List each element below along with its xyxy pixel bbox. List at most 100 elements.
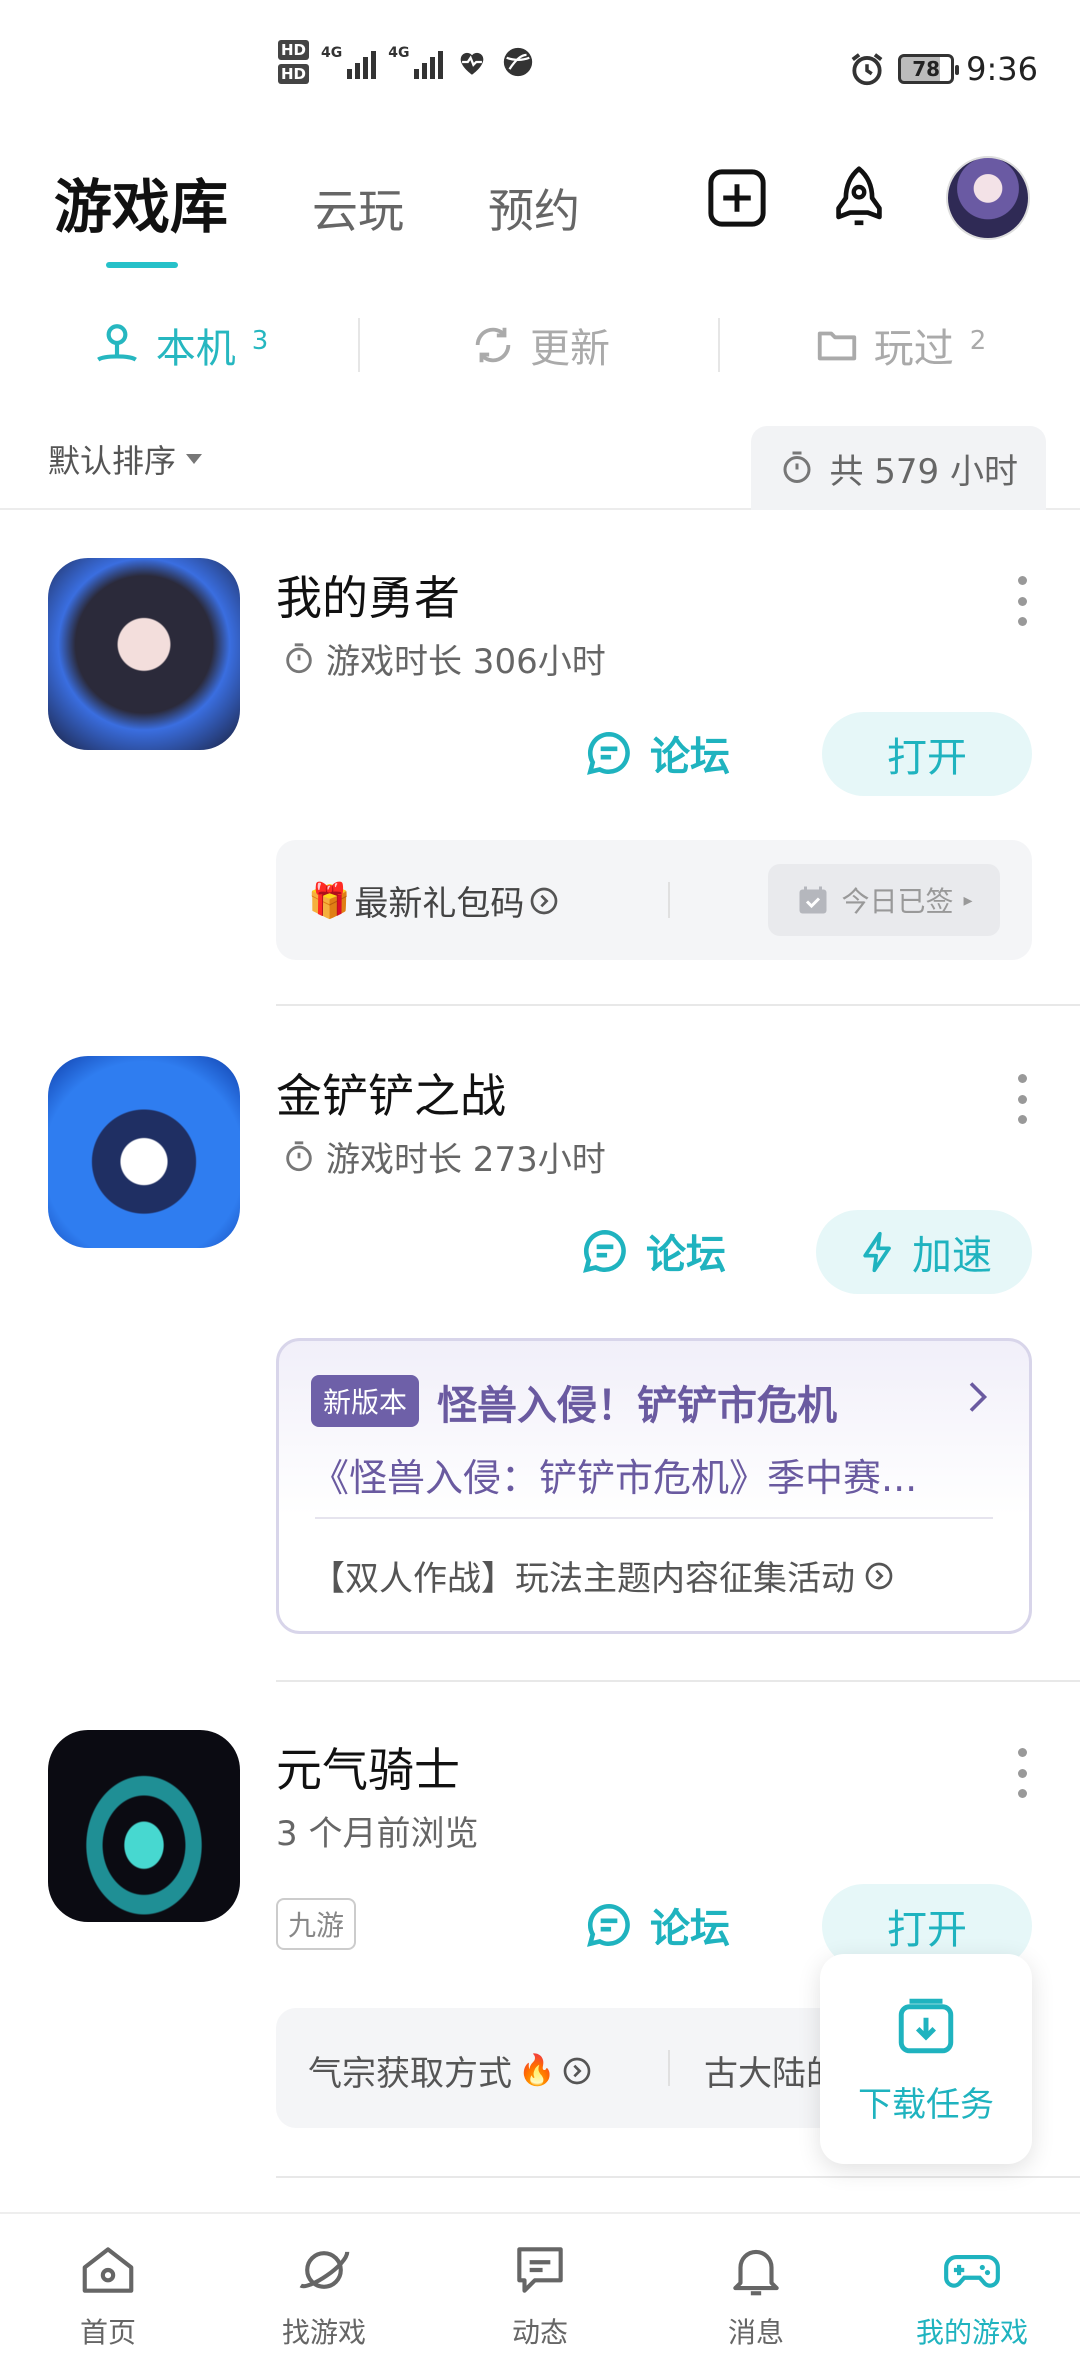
tab-indicator (106, 262, 178, 268)
planet-icon (299, 2251, 350, 2289)
boost-button[interactable] (824, 163, 894, 233)
open-button[interactable]: 打开 (822, 712, 1032, 796)
segment-update-label: 更新 (530, 326, 610, 372)
tab-cloud-play[interactable]: 云玩 (312, 175, 404, 241)
nav-my-games-label: 我的游戏 (915, 2316, 1028, 2349)
gift-code-link[interactable]: 🎁 最新礼包码 (308, 876, 560, 925)
download-tasks-label: 下载任务 (858, 2084, 994, 2125)
timer-icon (286, 1140, 312, 1171)
nav-home[interactable]: 首页 (0, 2214, 216, 2376)
forum-button[interactable]: 论坛 (584, 1896, 730, 1954)
net2-label: 4G (388, 45, 410, 61)
news-card[interactable]: 新版本 怪兽入侵！铲铲市危机 《怪兽入侵：铲铲市危机》季中赛... 【双人作战】… (276, 1338, 1032, 1634)
divider (315, 1517, 993, 1519)
signal-icon: 4G (388, 45, 444, 79)
circle-arrow-icon (564, 2057, 591, 2084)
hd2-label: HD (278, 64, 310, 84)
nav-feed[interactable]: 动态 (432, 2214, 648, 2376)
gift-label: 最新礼包码 (354, 884, 525, 924)
gamepad-icon (944, 2255, 1000, 2288)
sort-dropdown[interactable]: 默认排序 (48, 436, 203, 482)
forum-icon (583, 1229, 626, 1273)
divider (668, 2050, 670, 2086)
game-title[interactable]: 我的勇者 (276, 562, 460, 628)
open-label: 打开 (887, 1907, 967, 1953)
game-icon[interactable] (48, 558, 240, 750)
tip-label: 气宗获取方式 (308, 2054, 512, 2094)
plus-square-icon (708, 169, 766, 227)
hd1-label: HD (278, 40, 310, 60)
event-link[interactable]: 【双人作战】玩法主题内容征集活动 (311, 1551, 895, 1600)
game-icon[interactable] (48, 1056, 240, 1248)
download-tasks-button[interactable]: 下载任务 (820, 1954, 1032, 2164)
game-icon[interactable] (48, 1730, 240, 1922)
sort-label: 默认排序 (48, 442, 177, 480)
forum-button[interactable]: 论坛 (584, 724, 730, 782)
game-subtitle: 3 个月前浏览 (276, 1814, 479, 1854)
more-options-icon[interactable] (1012, 1074, 1032, 1124)
forum-label: 论坛 (646, 1232, 726, 1278)
circle-arrow-icon (865, 1562, 893, 1589)
bottom-nav: 首页 找游戏 动态 消息 我的游戏 (0, 2212, 1080, 2376)
segment-local-count: 3 (251, 326, 269, 356)
segment-bar: 本机 3 更新 玩过 2 (0, 300, 1080, 390)
fire-icon: 🔥 (518, 2053, 556, 2088)
sort-row: 默认排序 共 579 小时 (0, 420, 1080, 510)
game-title[interactable]: 元气骑士 (276, 1734, 460, 1800)
nav-my-games[interactable]: 我的游戏 (864, 2214, 1080, 2376)
news-title: 怪兽入侵！铲铲市危机 (437, 1383, 837, 1429)
forum-button[interactable]: 论坛 (580, 1222, 726, 1280)
clock: 9:36 (966, 50, 1038, 88)
health-heart-icon (461, 52, 484, 75)
tab-game-library[interactable]: 游戏库 (54, 160, 228, 244)
game-playtime: 游戏时长 273小时 (282, 1132, 606, 1181)
divider (668, 882, 670, 918)
download-icon (898, 1998, 954, 2053)
rocket-icon (836, 166, 882, 226)
forum-label: 论坛 (650, 734, 730, 780)
home-icon (82, 2247, 134, 2293)
segment-update[interactable]: 更新 (360, 300, 720, 390)
nav-find-games-label: 找游戏 (281, 2316, 366, 2349)
circle-arrow-icon (531, 887, 558, 914)
total-playtime-badge: 共 579 小时 (751, 426, 1046, 510)
more-options-icon[interactable] (1012, 1748, 1032, 1798)
user-avatar[interactable] (946, 156, 1030, 240)
folder-icon (817, 331, 856, 361)
game-playtime: 游戏时长 306小时 (282, 634, 606, 683)
tab-reservation[interactable]: 预约 (488, 175, 580, 241)
accelerate-button[interactable]: 加速 (816, 1210, 1032, 1294)
status-right: 78 9:36 (848, 50, 1038, 88)
bell-icon (733, 2249, 779, 2296)
add-game-button[interactable] (702, 163, 772, 233)
segment-played-count: 2 (969, 326, 987, 356)
checked-in-button[interactable]: 今日已签 ▸ (768, 864, 1000, 936)
nav-messages[interactable]: 消息 (648, 2214, 864, 2376)
divider (718, 318, 720, 372)
game-title[interactable]: 金铲铲之战 (276, 1060, 506, 1126)
news-description: 《怪兽入侵：铲铲市危机》季中赛... (311, 1456, 918, 1500)
tip-link[interactable]: 气宗获取方式 🔥 (308, 2046, 593, 2095)
segment-played[interactable]: 玩过 2 (720, 300, 1080, 390)
status-left: HD HD 4G 4G (278, 40, 535, 84)
battery-icon: 78 (898, 54, 960, 84)
hd-indicator: HD HD (278, 40, 310, 84)
source-tag: 九游 (276, 1898, 357, 1950)
top-tabs: 游戏库 云玩 预约 (54, 160, 580, 244)
total-playtime: 共 579 小时 (829, 451, 1018, 492)
divider (276, 1004, 1080, 1006)
battery-level: 78 (912, 57, 941, 81)
segment-local[interactable]: 本机 3 (0, 300, 360, 390)
segment-local-label: 本机 (155, 326, 236, 372)
checked-in-label: 今日已签 (841, 885, 954, 918)
event-label: 【双人作战】玩法主题内容征集活动 (311, 1559, 855, 1599)
divider (276, 2176, 1080, 2178)
nav-find-games[interactable]: 找游戏 (216, 2214, 432, 2376)
forum-icon (587, 1903, 630, 1947)
timer-icon (783, 451, 811, 483)
caret-right-icon: ▸ (963, 889, 973, 911)
status-bar: HD HD 4G 4G 78 9:36 (0, 0, 1080, 150)
more-options-icon[interactable] (1012, 576, 1032, 626)
segment-played-label: 玩过 (873, 326, 954, 372)
forum-icon (587, 731, 630, 775)
